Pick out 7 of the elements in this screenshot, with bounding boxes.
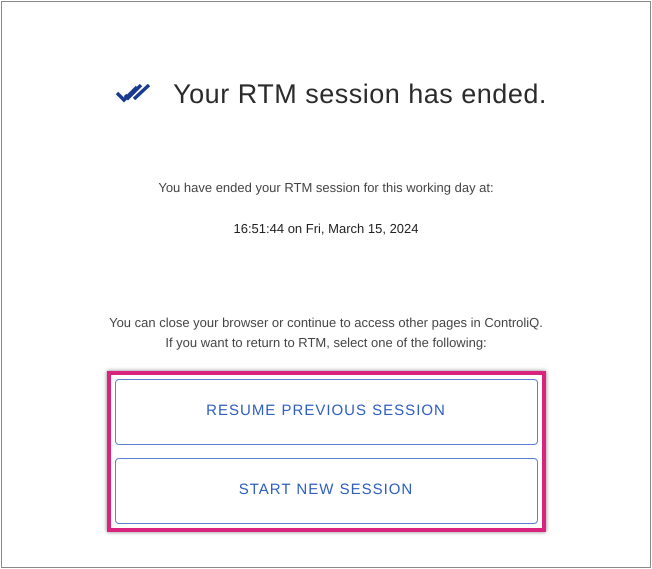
ended-time: 16:51:44 on Fri, March 15, 2024 — [233, 220, 418, 238]
info-text: If you want to return to RTM, select one of the following: — [165, 334, 487, 350]
session-button[interactable]: RESUME PREVIOUS SESSION — [114, 378, 538, 444]
info-text: You can close your browser or continue to access other pages in ControliQ. — [109, 314, 543, 330]
session-button[interactable]: START NEW SESSION — [114, 458, 538, 524]
ended-message: You have ended your RTM session for this working day at: — [158, 178, 494, 197]
page-title: Your RTM session has ended. — [173, 78, 547, 111]
